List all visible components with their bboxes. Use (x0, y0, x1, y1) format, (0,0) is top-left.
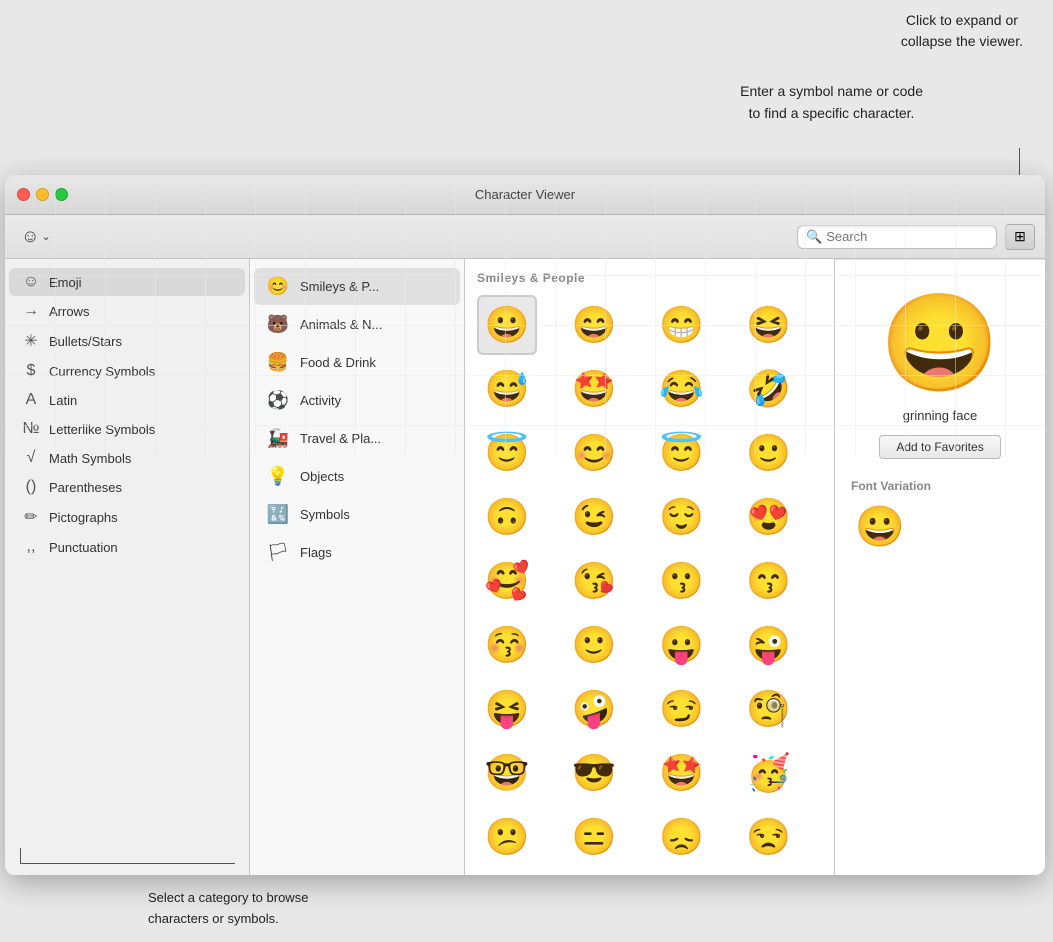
emoji-cell[interactable]: 😌 (652, 487, 712, 547)
emoji-cell[interactable]: 😍 (739, 487, 799, 547)
parentheses-icon: () (21, 478, 41, 496)
category-label-symbols: Symbols (300, 507, 350, 522)
category-label-flags: Flags (300, 545, 332, 560)
symbols-category-icon: 🔣 (266, 504, 290, 525)
character-viewer-window: Character Viewer ☺ ⌄ 🔍 ⊞ ☺Emoji→Arrows✳B… (5, 175, 1045, 875)
flags-category-icon: 🏳 (266, 542, 290, 563)
objects-category-icon: 💡 (266, 466, 290, 487)
detail-panel: 😀 grinning face Add to Favorites Font Va… (835, 259, 1045, 875)
emoji-cell[interactable]: 😛 (652, 615, 712, 675)
emoji-cell[interactable]: 😎 (564, 743, 624, 803)
emoji-cell[interactable]: 🥰 (477, 551, 537, 611)
top-right-callout-text: Click to expand or collapse the viewer. (901, 12, 1023, 49)
middle-callout-line2: to find a specific character. (740, 102, 923, 124)
sidebar-item-label-pictographs: Pictographs (49, 510, 118, 525)
detail-grid-background (5, 259, 1045, 455)
middle-callout: Enter a symbol name or code to find a sp… (740, 80, 923, 125)
emoji-cell[interactable]: 🧐 (739, 679, 799, 739)
sidebar-item-label-punctuation: Punctuation (49, 540, 118, 555)
category-label-objects: Objects (300, 469, 344, 484)
bottom-callout-line1: Select a category to browse (148, 888, 308, 909)
emoji-cell[interactable]: 😉 (564, 487, 624, 547)
top-right-callout: Click to expand or collapse the viewer. (901, 10, 1023, 52)
sidebar-item-pictographs[interactable]: ✏ Pictographs (9, 502, 245, 532)
emoji-cell[interactable]: 🤩 (652, 743, 712, 803)
emoji-cell[interactable]: 😗 (652, 551, 712, 611)
emoji-cell[interactable]: 😙 (739, 551, 799, 611)
sidebar-item-parentheses[interactable]: () Parentheses (9, 473, 245, 501)
main-content: ☺Emoji→Arrows✳Bullets/Stars$Currency Sym… (5, 259, 1045, 875)
category-item-objects[interactable]: 💡 Objects (254, 458, 460, 495)
emoji-cell[interactable]: 🙂 (564, 615, 624, 675)
emoji-cell[interactable]: 🤓 (477, 743, 537, 803)
emoji-cell[interactable]: 😑 (564, 807, 624, 867)
category-item-symbols[interactable]: 🔣 Symbols (254, 496, 460, 533)
emoji-cell[interactable]: 😒 (739, 807, 799, 867)
bottom-callout: Select a category to browse characters o… (148, 888, 308, 930)
emoji-cell[interactable]: 🙃 (477, 487, 537, 547)
emoji-cell[interactable]: 😘 (564, 551, 624, 611)
bottom-callout-line2: characters or symbols. (148, 909, 308, 930)
emoji-cell[interactable]: 🥳 (739, 743, 799, 803)
emoji-cell[interactable]: 😕 (477, 807, 537, 867)
emoji-cell[interactable]: 😞 (652, 807, 712, 867)
pictographs-icon: ✏ (21, 507, 41, 527)
category-item-flags[interactable]: 🏳 Flags (254, 534, 460, 571)
middle-callout-line1: Enter a symbol name or code (740, 80, 923, 102)
emoji-cell[interactable]: 😚 (477, 615, 537, 675)
emoji-cell[interactable]: 🤪 (564, 679, 624, 739)
font-variation-title: Font Variation (851, 479, 931, 493)
font-variation-emoji: 😀 (855, 503, 905, 550)
punctuation-icon: ,, (21, 538, 41, 556)
sidebar-item-label-parentheses: Parentheses (49, 480, 122, 495)
emoji-cell[interactable]: 😝 (477, 679, 537, 739)
emoji-cell[interactable]: 😜 (739, 615, 799, 675)
emoji-cell[interactable]: 😏 (652, 679, 712, 739)
sidebar-item-punctuation[interactable]: ,, Punctuation (9, 533, 245, 561)
